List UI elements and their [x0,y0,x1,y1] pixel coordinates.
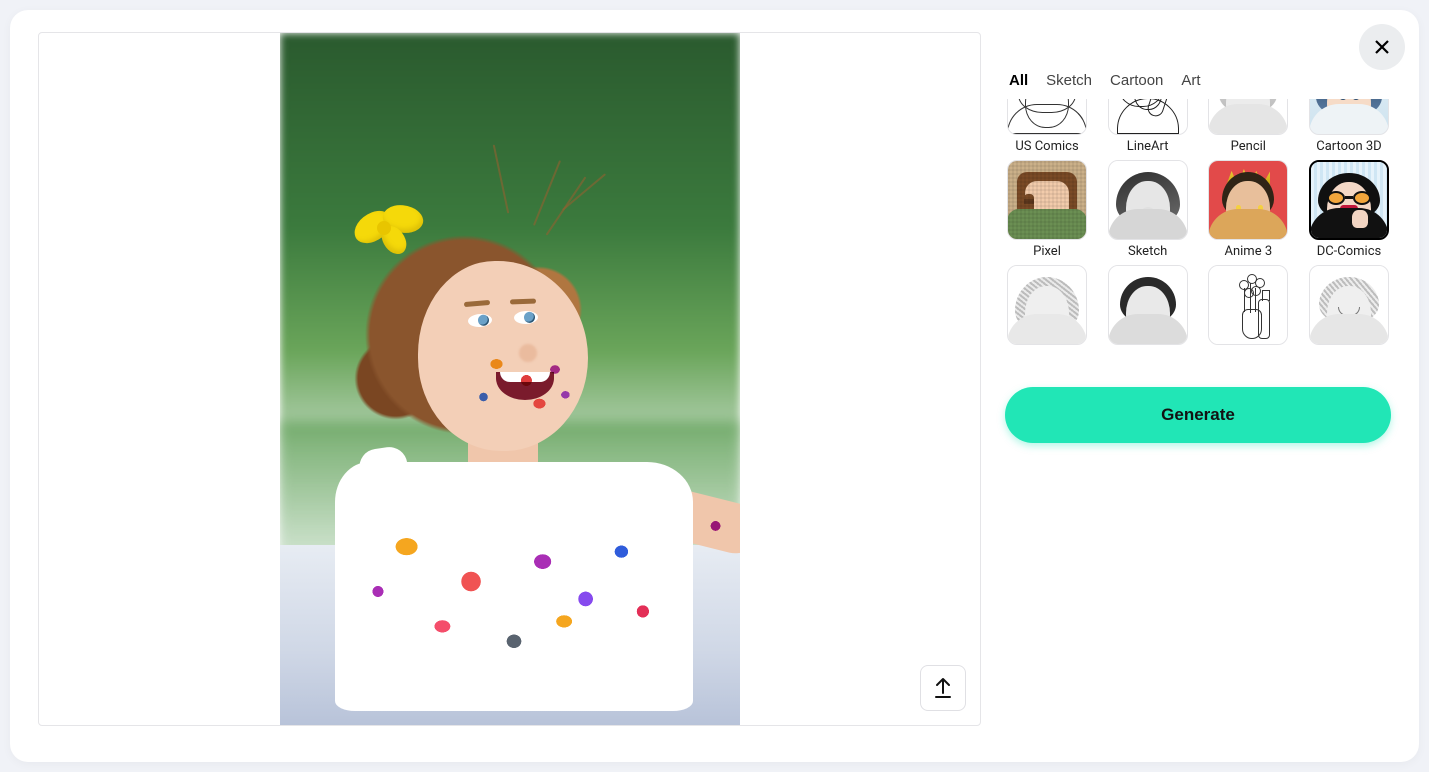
style-label: Anime 3 [1224,244,1272,259]
style-category-tabs: All Sketch Cartoon Art [1005,72,1391,89]
tab-all[interactable]: All [1009,72,1028,89]
close-icon [1372,37,1392,57]
style-label: Sketch [1128,244,1167,259]
style-label: Pixel [1033,244,1061,259]
upload-icon [933,677,953,699]
style-transfer-modal: All Sketch Cartoon Art US Comics LineArt… [10,10,1419,762]
style-label: US Comics [1015,139,1078,154]
style-label: DC-Comics [1317,244,1382,259]
style-item[interactable] [1309,265,1389,349]
style-label: Cartoon 3D [1316,139,1381,154]
style-label: Pencil [1231,139,1266,154]
preview-image [280,33,740,725]
generate-button[interactable]: Generate [1005,387,1391,443]
styles-grid: US Comics LineArt Pencil Cartoon 3D Pixe [1005,99,1391,349]
style-pencil[interactable]: Pencil [1208,99,1288,154]
style-lineart[interactable]: LineArt [1108,99,1188,154]
style-anime-3[interactable]: Anime 3 [1208,160,1288,259]
style-sketch[interactable]: Sketch [1108,160,1188,259]
style-dc-comics[interactable]: DC-Comics [1309,160,1389,259]
style-item[interactable] [1007,265,1087,349]
preview-frame [38,32,981,726]
style-item[interactable] [1208,265,1288,349]
style-pixel[interactable]: Pixel [1007,160,1087,259]
tab-sketch[interactable]: Sketch [1046,72,1092,89]
style-label: LineArt [1127,139,1169,154]
close-button[interactable] [1359,24,1405,70]
styles-panel: All Sketch Cartoon Art US Comics LineArt… [1005,32,1391,754]
style-item[interactable] [1108,265,1188,349]
upload-button[interactable] [920,665,966,711]
styles-scroll[interactable]: US Comics LineArt Pencil Cartoon 3D Pixe [1005,99,1391,377]
tab-art[interactable]: Art [1181,72,1200,89]
style-us-comics[interactable]: US Comics [1007,99,1087,154]
tab-cartoon[interactable]: Cartoon [1110,72,1163,89]
preview-panel [38,32,981,754]
style-cartoon-3d[interactable]: Cartoon 3D [1309,99,1389,154]
